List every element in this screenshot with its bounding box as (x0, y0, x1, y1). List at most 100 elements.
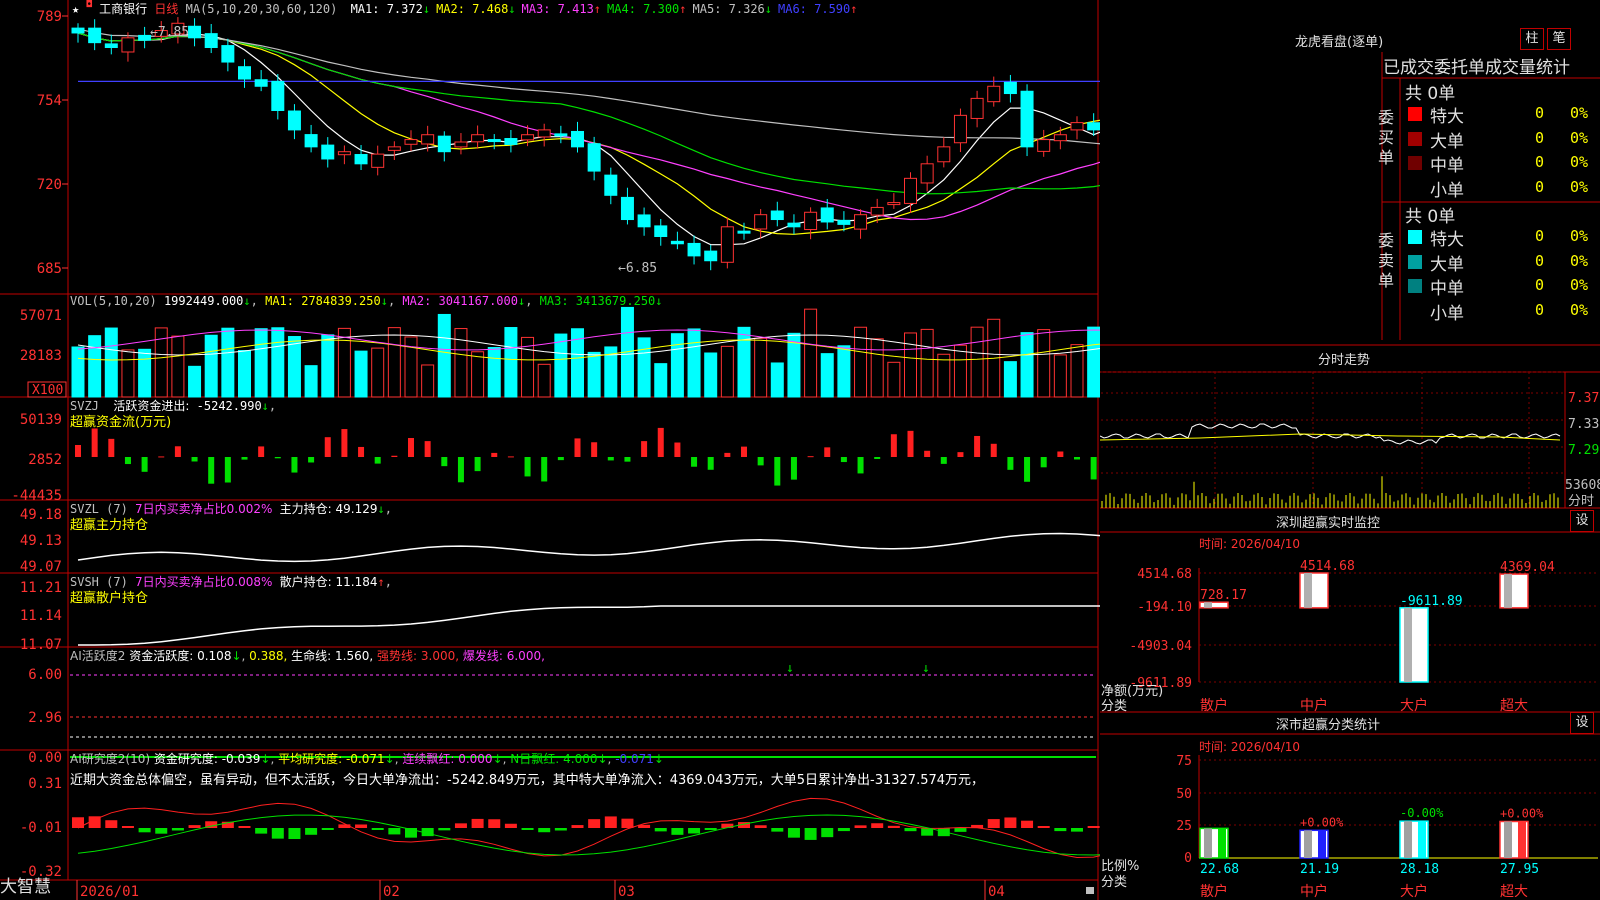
research-bar (538, 828, 551, 833)
flow-bar (957, 452, 964, 457)
candle-body (620, 196, 634, 221)
bar-mode-button[interactable]: 柱 (1520, 28, 1544, 50)
svzl-ratio: 7日内买卖净占比0.002% (135, 502, 273, 516)
volume-bar (104, 327, 118, 398)
vol-header: VOL(5,10,20) 1992449.000↓, MA1: 2784839.… (70, 294, 663, 308)
candle-body (121, 37, 135, 53)
ai-active-tick-label: 2.96 (28, 710, 62, 726)
class-tick-label: 75 (1176, 754, 1192, 769)
class-bar-shade (1504, 821, 1512, 858)
class-tick-label: 25 (1176, 819, 1192, 834)
svzl-line (77, 532, 1100, 563)
candle-body (804, 211, 818, 231)
ai-active-tick-label: 6.00 (28, 667, 62, 683)
svzj-tick-label: 2852 (28, 452, 62, 468)
flow-bar (641, 441, 648, 457)
volume-bar (754, 337, 768, 398)
volume-bar (820, 353, 834, 398)
sz-class-settings-button[interactable]: 设 (1570, 712, 1594, 734)
sz-monitor-settings-button[interactable]: 设 (1570, 510, 1594, 532)
flow-bar (75, 445, 81, 457)
flow-bar (757, 457, 764, 466)
ma-line-5 (77, 32, 1100, 246)
candle-body (487, 139, 501, 143)
volume-bar (720, 345, 734, 398)
research-bar (588, 819, 601, 828)
monitor-value-label: 4369.04 (1500, 560, 1555, 575)
svzj-tick-label: -44435 (11, 488, 62, 504)
flow-bar (1024, 457, 1031, 482)
date-tick-label: 04 (988, 884, 1005, 900)
sz-class-xlabel: 分类 (1101, 875, 1128, 890)
research-bar (571, 825, 584, 828)
high-marker: ←7.85 (150, 25, 189, 40)
flow-bar (141, 457, 148, 472)
sell-total: 共 0单 (1405, 207, 1456, 227)
intraday-title: 分时走势 (1318, 353, 1371, 368)
volume-bar (287, 336, 301, 398)
flow-bar (890, 434, 897, 457)
flow-bar (1007, 457, 1014, 470)
research-bar (188, 825, 201, 828)
svzl-tick-label: 49.07 (20, 559, 62, 575)
candle-body (271, 80, 285, 111)
candle-body (1087, 122, 1100, 131)
volume-bar (121, 349, 135, 398)
tick-mode-button[interactable]: 笔 (1547, 28, 1571, 50)
intraday-vol-unit: 分时 (1568, 494, 1594, 509)
class-tick-label: 0 (1184, 851, 1192, 866)
ai-active-life: 生命线: 1.560, (291, 649, 374, 663)
candle-body (704, 250, 718, 262)
candle-body (521, 134, 535, 141)
sell-row-label: 小单 (1430, 303, 1464, 324)
active-signal: ↓ (786, 661, 794, 676)
volume-bar (1053, 354, 1067, 398)
research-bar (438, 828, 451, 831)
flow-bar (1090, 457, 1097, 480)
svzl-tick-label: 49.18 (20, 507, 62, 523)
research-bar (804, 828, 817, 840)
lock-icon (1086, 887, 1094, 894)
class-value-label: 22.68 (1200, 862, 1239, 877)
ai-research-r5: -0.071 (615, 752, 654, 766)
candle-body (937, 146, 951, 163)
right-panel: 7.37 7.33 7.29 53608分时 4514.68 -194.10 -4903.0… (1100, 0, 1600, 900)
vol-ma3-arrow: ↓ (655, 294, 663, 308)
candle-body (204, 33, 218, 48)
volume-bar (138, 348, 152, 398)
volume-bar (953, 344, 967, 398)
flow-bar (541, 457, 548, 482)
flow-bar (158, 456, 165, 458)
candle-body (1020, 90, 1034, 148)
sell-row-pct: 0% (1570, 300, 1589, 319)
sell-row-pct: 0% (1570, 276, 1589, 294)
buy-row-value: 0 (1535, 153, 1545, 171)
class-bar-accent (1518, 821, 1526, 858)
candle-body (471, 134, 485, 143)
monitor-value-label: 4514.68 (1300, 559, 1355, 574)
candle-body (404, 139, 418, 145)
flow-bar (874, 457, 881, 459)
volume-bar (504, 327, 518, 398)
ai-research-r2a: ↓ (384, 752, 395, 766)
flow-bar (474, 457, 481, 472)
monitor-tick-label: -194.10 (1137, 600, 1192, 615)
volume-bar (554, 333, 568, 398)
flow-bar (1040, 457, 1047, 468)
candle-body (71, 27, 85, 34)
sz-monitor-xlabel: 分类 (1101, 699, 1128, 714)
candle-body (421, 134, 435, 145)
research-bar (271, 828, 284, 839)
sell-row-color-swatch (1408, 254, 1422, 269)
candle-body (720, 226, 734, 263)
price-tick-label: 720 (37, 177, 62, 193)
vol-tick-label: 57071 (20, 308, 62, 324)
volume-bar (970, 326, 984, 398)
research-bar (1087, 826, 1100, 828)
flow-bar (1057, 451, 1064, 457)
research-bar (837, 828, 850, 832)
price-tick-label: 789 (37, 9, 62, 25)
flow-bar (774, 457, 781, 486)
buy-row-color-swatch (1408, 180, 1422, 195)
research-bar (255, 828, 268, 834)
